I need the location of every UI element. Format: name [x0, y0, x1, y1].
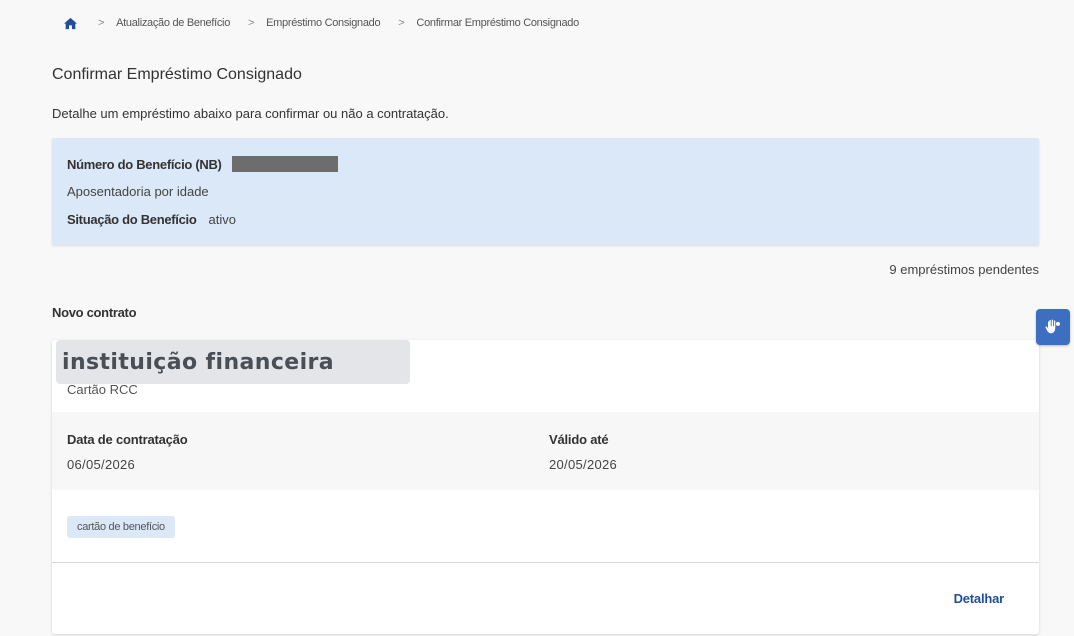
benefit-status-row: Situação do Benefício ativo — [67, 212, 236, 227]
breadcrumb-item-confirmar: Confirmar Empréstimo Consignado — [416, 17, 579, 29]
benefit-type: Aposentadoria por idade — [67, 184, 209, 199]
page-container: > Atualização de Benefício > Empréstimo … — [28, 0, 1074, 636]
page-subtitle: Detalhe um empréstimo abaixo para confir… — [52, 106, 449, 121]
breadcrumb-item-emprestimo[interactable]: Empréstimo Consignado — [266, 17, 380, 29]
valid-until-column: Válido até 20/05/2026 — [549, 432, 617, 472]
chevron-right-icon: > — [398, 17, 405, 29]
product-name: Cartão RCC — [67, 382, 138, 397]
benefit-number-masked — [231, 156, 338, 172]
chevron-right-icon: > — [248, 17, 255, 29]
vlibras-hands-icon[interactable] — [1036, 309, 1070, 345]
contract-card: instituição financeira Cartão RCC Data d… — [52, 340, 1039, 634]
valid-until-label: Válido até — [549, 432, 609, 447]
pending-loans-count: 9 empréstimos pendentes — [889, 262, 1039, 277]
valid-until-value: 20/05/2026 — [549, 457, 618, 472]
institution-name-box: instituição financeira — [56, 340, 410, 384]
benefit-status-label: Situação do Benefício — [67, 212, 197, 227]
contract-date-column: Data de contratação 06/05/2026 — [67, 432, 188, 472]
contract-date-value: 06/05/2026 — [67, 457, 136, 472]
breadcrumb: > Atualização de Benefício > Empréstimo … — [62, 14, 579, 32]
chevron-right-icon: > — [98, 17, 105, 29]
card-divider — [52, 562, 1039, 563]
benefit-info-panel: Número do Benefício (NB) Aposentadoria p… — [52, 138, 1039, 245]
benefit-number-row: Número do Benefício (NB) — [67, 156, 338, 172]
new-contract-heading: Novo contrato — [52, 305, 137, 320]
contract-date-label: Data de contratação — [67, 432, 188, 447]
benefit-status-value: ativo — [208, 212, 236, 227]
home-icon[interactable] — [62, 16, 78, 30]
detail-button[interactable]: Detalhar — [954, 591, 1005, 606]
page-title: Confirmar Empréstimo Consignado — [52, 66, 302, 83]
benefit-type-row: Aposentadoria por idade — [67, 184, 209, 199]
breadcrumb-item-atualizacao[interactable]: Atualização de Benefício — [116, 17, 230, 29]
benefit-card-tag: cartão de benefício — [67, 516, 175, 538]
institution-name: instituição financeira — [62, 349, 335, 375]
contract-dates-band: Data de contratação 06/05/2026 Válido at… — [52, 412, 1039, 490]
benefit-number-label: Número do Benefício (NB) — [67, 156, 222, 172]
